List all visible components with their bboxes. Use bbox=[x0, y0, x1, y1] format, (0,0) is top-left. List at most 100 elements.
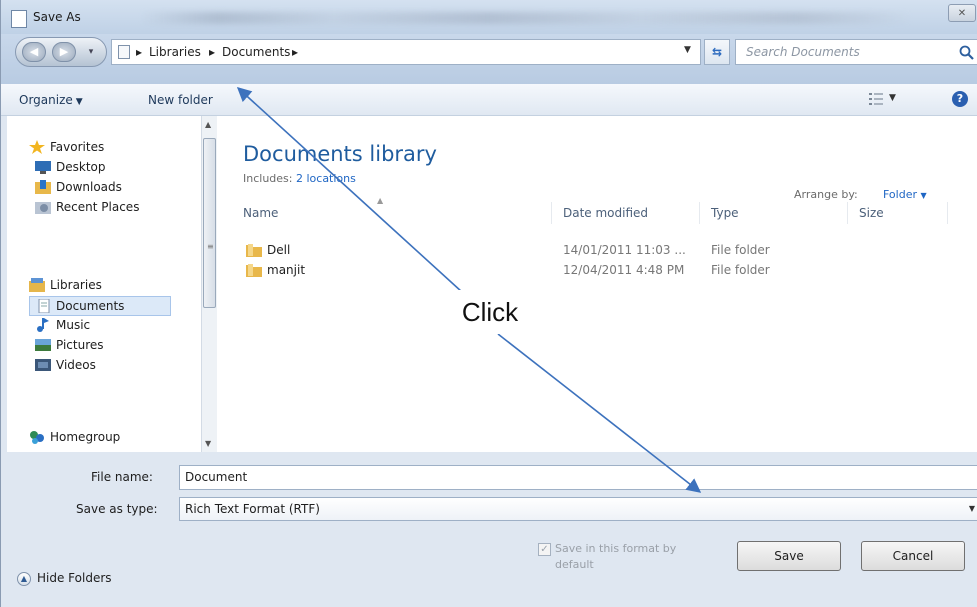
recent-places-icon bbox=[35, 202, 51, 214]
blurred-background-title bbox=[141, 12, 911, 24]
downloads-folder-icon bbox=[35, 180, 51, 194]
file-type: File folder bbox=[711, 243, 770, 257]
library-title: Documents library bbox=[243, 142, 437, 166]
save-as-type-label: Save as type: bbox=[76, 502, 158, 516]
nav-label: Downloads bbox=[56, 180, 122, 194]
documents-icon bbox=[38, 299, 50, 313]
title-bar: Save As ✕ bbox=[1, 0, 977, 34]
locations-link[interactable]: 2 locations bbox=[296, 172, 356, 185]
folder-icon bbox=[246, 244, 262, 257]
help-icon[interactable]: ? bbox=[952, 91, 968, 107]
includes-label: Includes: bbox=[243, 172, 293, 185]
sort-indicator-icon: ▲ bbox=[377, 196, 384, 205]
homegroup-icon bbox=[30, 431, 44, 444]
arrange-value: Folder bbox=[883, 188, 917, 201]
default-format-label: Save in this format by default bbox=[555, 542, 677, 571]
back-button[interactable]: ◀ bbox=[22, 42, 46, 62]
views-dropdown-icon[interactable]: ▼ bbox=[889, 93, 896, 103]
address-row: ◀ ▶ ▾ ▸ Libraries ▸ Documents ▸ ▼ ⇆ Sear… bbox=[1, 34, 977, 84]
nav-label: Music bbox=[56, 318, 91, 332]
table-row[interactable]: manjit 12/04/2011 4:48 PM File folder bbox=[219, 260, 977, 280]
nav-label: Libraries bbox=[50, 278, 102, 292]
new-folder-button[interactable]: New folder bbox=[148, 93, 213, 107]
file-list-pane: Documents library Includes: 2 locations … bbox=[219, 116, 977, 452]
nav-label: Documents bbox=[56, 299, 125, 313]
command-toolbar: Organize ▼ New folder ▼ ? bbox=[1, 84, 977, 116]
chevron-down-icon: ▼ bbox=[968, 504, 975, 513]
library-includes: Includes: 2 locations bbox=[243, 172, 356, 185]
table-row[interactable]: Dell 14/01/2011 11:03 ... File folder bbox=[219, 240, 977, 260]
nav-label: Recent Places bbox=[56, 200, 140, 214]
navigation-pane: Favorites Desktop Downloads Recent Place… bbox=[7, 116, 219, 452]
chevron-down-icon: ▼ bbox=[920, 191, 927, 200]
file-date: 12/04/2011 4:48 PM bbox=[563, 263, 685, 277]
search-icon[interactable] bbox=[958, 44, 976, 62]
library-icon bbox=[118, 45, 130, 59]
nav-label: Pictures bbox=[56, 338, 104, 352]
column-header-name[interactable]: Name bbox=[243, 206, 278, 220]
window-title: Save As bbox=[33, 10, 81, 24]
document-icon bbox=[11, 10, 27, 28]
column-header-size[interactable]: Size bbox=[859, 206, 884, 220]
star-icon bbox=[29, 140, 45, 154]
column-header-date-modified[interactable]: Date modified bbox=[563, 206, 648, 220]
crumb-separator[interactable]: ▸ bbox=[136, 45, 142, 59]
hide-folders-label: Hide Folders bbox=[37, 571, 112, 585]
desktop-icon bbox=[35, 161, 51, 174]
search-box[interactable]: Search Documents bbox=[735, 39, 977, 65]
column-divider[interactable] bbox=[699, 202, 700, 224]
organize-label: Organize bbox=[19, 93, 73, 107]
crumb-separator[interactable]: ▸ bbox=[209, 45, 215, 59]
arrange-by-label: Arrange by: bbox=[794, 188, 858, 201]
pictures-icon bbox=[35, 339, 51, 351]
recent-pages-dropdown-icon[interactable]: ▾ bbox=[82, 43, 100, 61]
file-name-field[interactable]: Document bbox=[179, 465, 977, 490]
cancel-button[interactable]: Cancel bbox=[861, 541, 965, 571]
save-as-type-select[interactable]: Rich Text Format (RTF) ▼ bbox=[179, 497, 977, 521]
scroll-up-icon[interactable]: ▲ bbox=[205, 120, 211, 129]
nav-label: Desktop bbox=[56, 160, 106, 174]
file-type: File folder bbox=[711, 263, 770, 277]
click-callout: Click bbox=[440, 290, 540, 334]
save-options-area: File name: Document Save as type: Rich T… bbox=[1, 452, 977, 607]
nav-label: Homegroup bbox=[50, 430, 121, 444]
nav-item-documents[interactable]: Documents bbox=[29, 296, 171, 316]
libraries-icon bbox=[29, 278, 45, 292]
views-icon[interactable] bbox=[869, 93, 883, 105]
close-button[interactable]: ✕ bbox=[948, 4, 976, 22]
crumb-separator[interactable]: ▸ bbox=[292, 45, 298, 59]
refresh-button[interactable]: ⇆ bbox=[704, 39, 730, 65]
file-date: 14/01/2011 11:03 ... bbox=[563, 243, 686, 257]
column-divider[interactable] bbox=[947, 202, 948, 224]
chevron-down-icon: ▼ bbox=[75, 97, 83, 107]
column-divider[interactable] bbox=[551, 202, 552, 224]
file-name: Dell bbox=[267, 243, 291, 257]
scroll-thumb[interactable]: ≡ bbox=[203, 138, 216, 308]
address-bar[interactable]: ▸ Libraries ▸ Documents ▸ ▼ bbox=[111, 39, 701, 65]
grip-icon: ≡ bbox=[207, 242, 214, 251]
address-dropdown-icon[interactable]: ▼ bbox=[684, 45, 691, 55]
arrange-by-dropdown[interactable]: Folder ▼ bbox=[883, 188, 927, 201]
navigation-buttons: ◀ ▶ ▾ bbox=[15, 37, 107, 67]
file-name-label: File name: bbox=[91, 470, 153, 484]
nav-label: Favorites bbox=[50, 140, 105, 154]
breadcrumb-libraries[interactable]: Libraries bbox=[149, 45, 201, 59]
forward-button[interactable]: ▶ bbox=[52, 42, 76, 62]
nav-scrollbar[interactable]: ▲ ≡ ▼ bbox=[201, 116, 217, 452]
scroll-down-icon[interactable]: ▼ bbox=[205, 439, 211, 448]
search-input[interactable]: Search Documents bbox=[746, 45, 860, 59]
save-as-type-value: Rich Text Format (RTF) bbox=[185, 502, 320, 516]
music-icon bbox=[37, 318, 49, 332]
nav-label: Videos bbox=[56, 358, 96, 372]
file-name-value: Document bbox=[185, 470, 248, 484]
save-button[interactable]: Save bbox=[737, 541, 841, 571]
chevron-up-icon: ▲ bbox=[17, 572, 31, 586]
organize-button[interactable]: Organize ▼ bbox=[19, 93, 83, 107]
folder-icon bbox=[246, 264, 262, 277]
file-name: manjit bbox=[267, 263, 306, 277]
breadcrumb-documents[interactable]: Documents bbox=[222, 45, 290, 59]
default-format-checkbox[interactable]: ✓ bbox=[538, 543, 551, 556]
column-divider[interactable] bbox=[847, 202, 848, 224]
videos-icon bbox=[35, 359, 51, 371]
column-header-type[interactable]: Type bbox=[711, 206, 739, 220]
